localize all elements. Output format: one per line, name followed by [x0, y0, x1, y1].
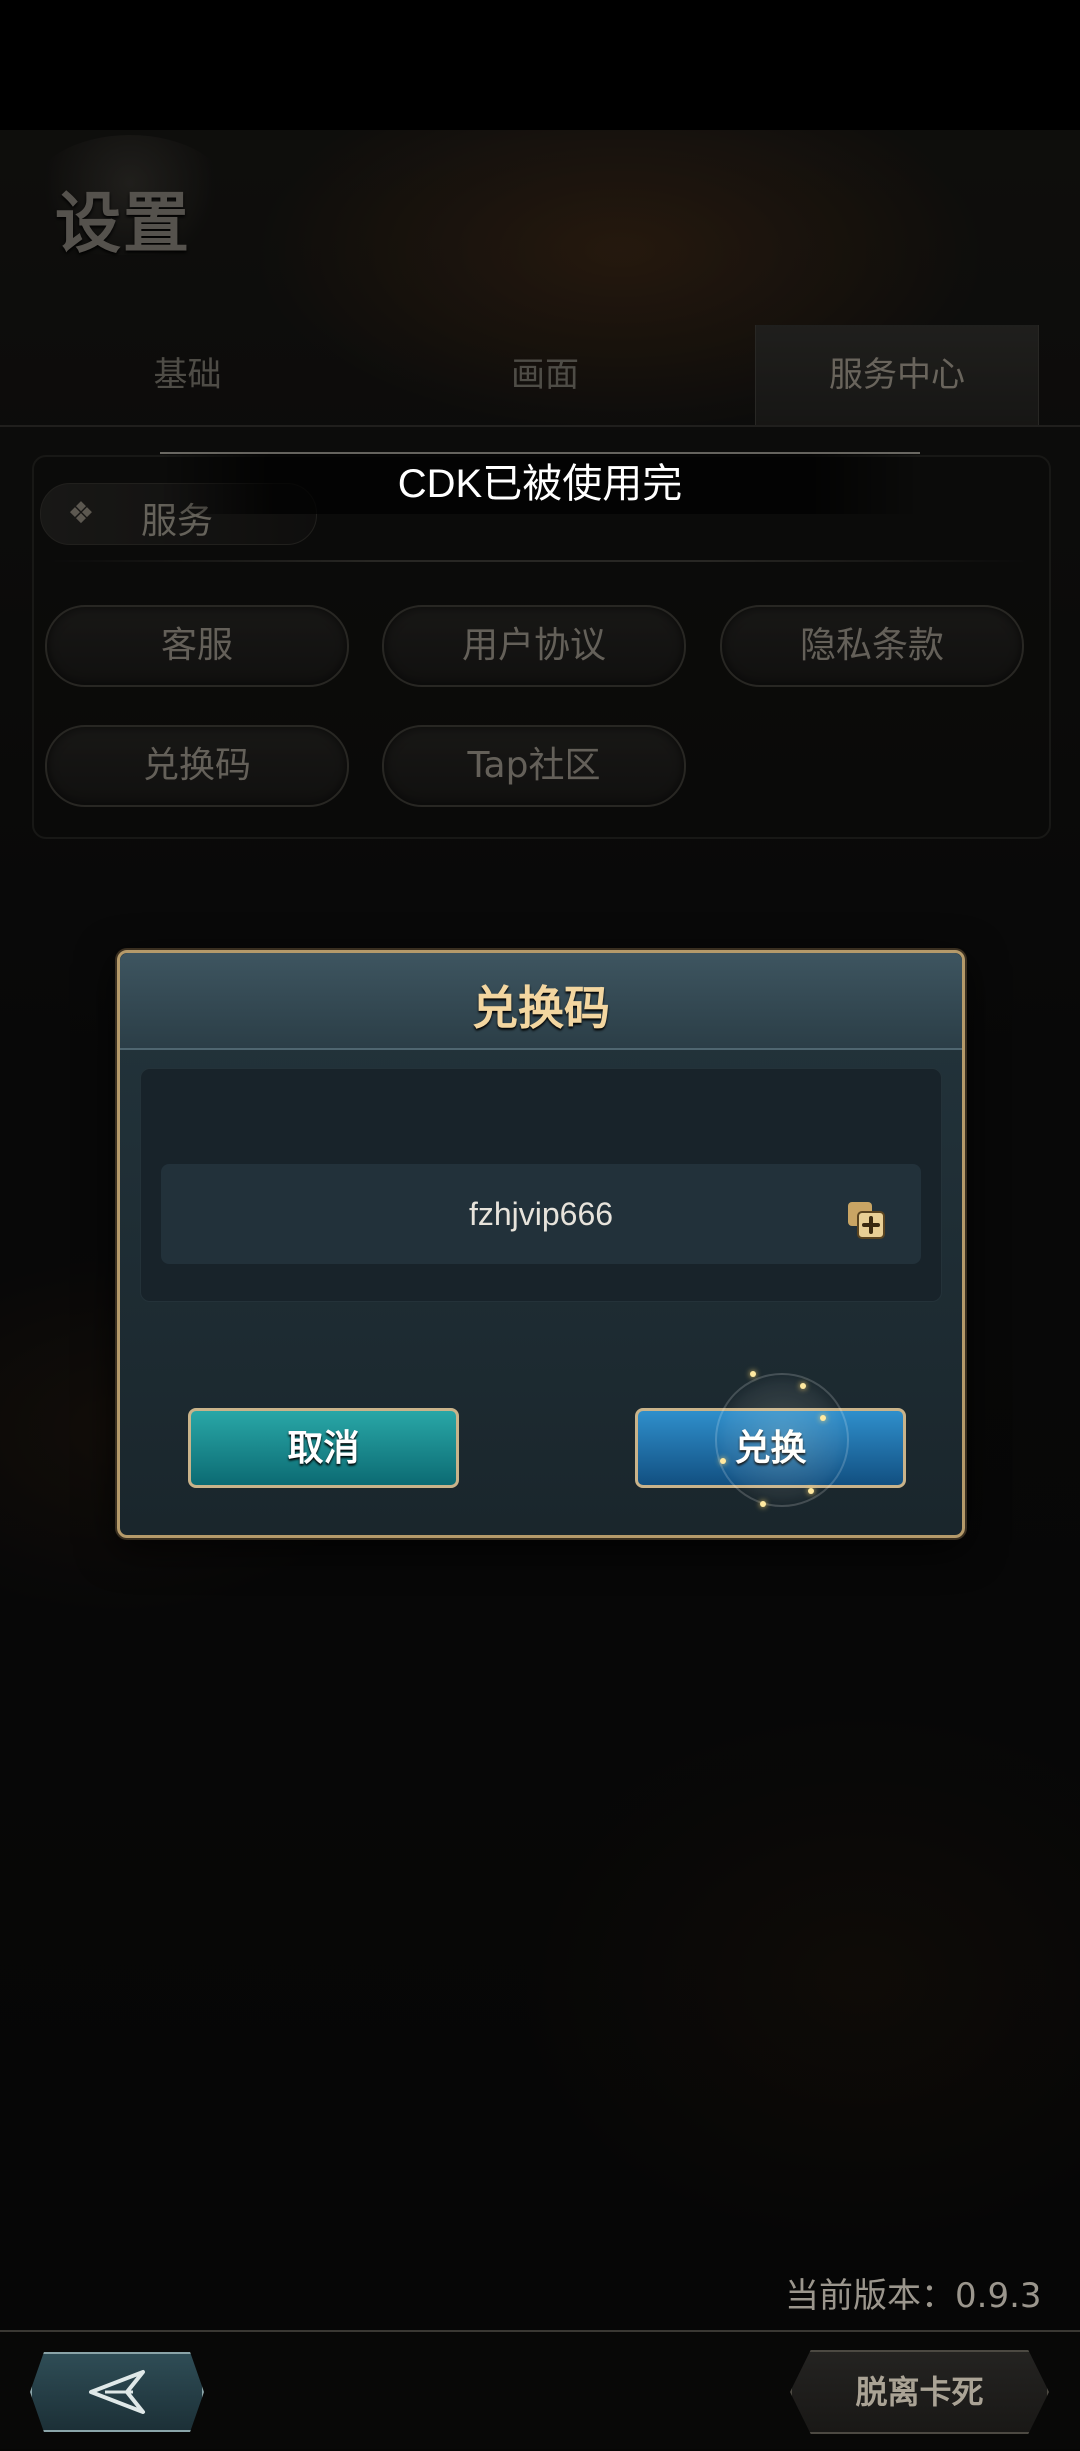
- diamond-cross-icon: ❖: [67, 496, 95, 531]
- tab-basic[interactable]: 基础: [0, 325, 375, 425]
- dialog-body: fzhjvip666: [140, 1068, 942, 1302]
- dialog-title: 兑换码: [472, 981, 610, 1035]
- spark: [808, 1488, 814, 1494]
- toast-message: CDK已被使用完: [397, 462, 683, 506]
- status-bar: [0, 0, 1080, 130]
- toast: CDK已被使用完: [160, 452, 920, 514]
- tap-community-button[interactable]: Tap社区: [382, 725, 686, 807]
- redeem-code-value: fzhjvip666: [468, 1196, 614, 1232]
- tab-graphics[interactable]: 画面: [375, 325, 715, 425]
- customer-service-button[interactable]: 客服: [45, 605, 349, 687]
- spark: [800, 1383, 806, 1389]
- redeem-dialog: 兑换码 fzhjvip666 取消 兑换: [117, 950, 965, 1538]
- paste-icon[interactable]: [846, 1200, 886, 1240]
- version-text: 当前版本：0.9.3: [785, 2276, 1042, 2316]
- redeem-code-button[interactable]: 兑换码: [45, 725, 349, 807]
- redeem-code-input[interactable]: fzhjvip666: [161, 1164, 921, 1264]
- tab-bar: 基础 画面 服务中心: [0, 325, 1080, 427]
- divider: [46, 560, 1031, 562]
- back-arrow-icon: [89, 2370, 145, 2414]
- spark: [720, 1458, 726, 1464]
- spark: [820, 1415, 826, 1421]
- privacy-policy-button[interactable]: 隐私条款: [720, 605, 1024, 687]
- spark: [750, 1371, 756, 1377]
- cancel-button[interactable]: 取消: [188, 1408, 459, 1488]
- spark: [760, 1501, 766, 1507]
- user-agreement-button[interactable]: 用户协议: [382, 605, 686, 687]
- tap-glow: [715, 1373, 849, 1507]
- unstuck-button[interactable]: 脱离卡死: [790, 2350, 1049, 2434]
- page-title: 设置: [55, 184, 191, 262]
- back-button[interactable]: [30, 2352, 204, 2432]
- tab-service-center[interactable]: 服务中心: [755, 325, 1039, 425]
